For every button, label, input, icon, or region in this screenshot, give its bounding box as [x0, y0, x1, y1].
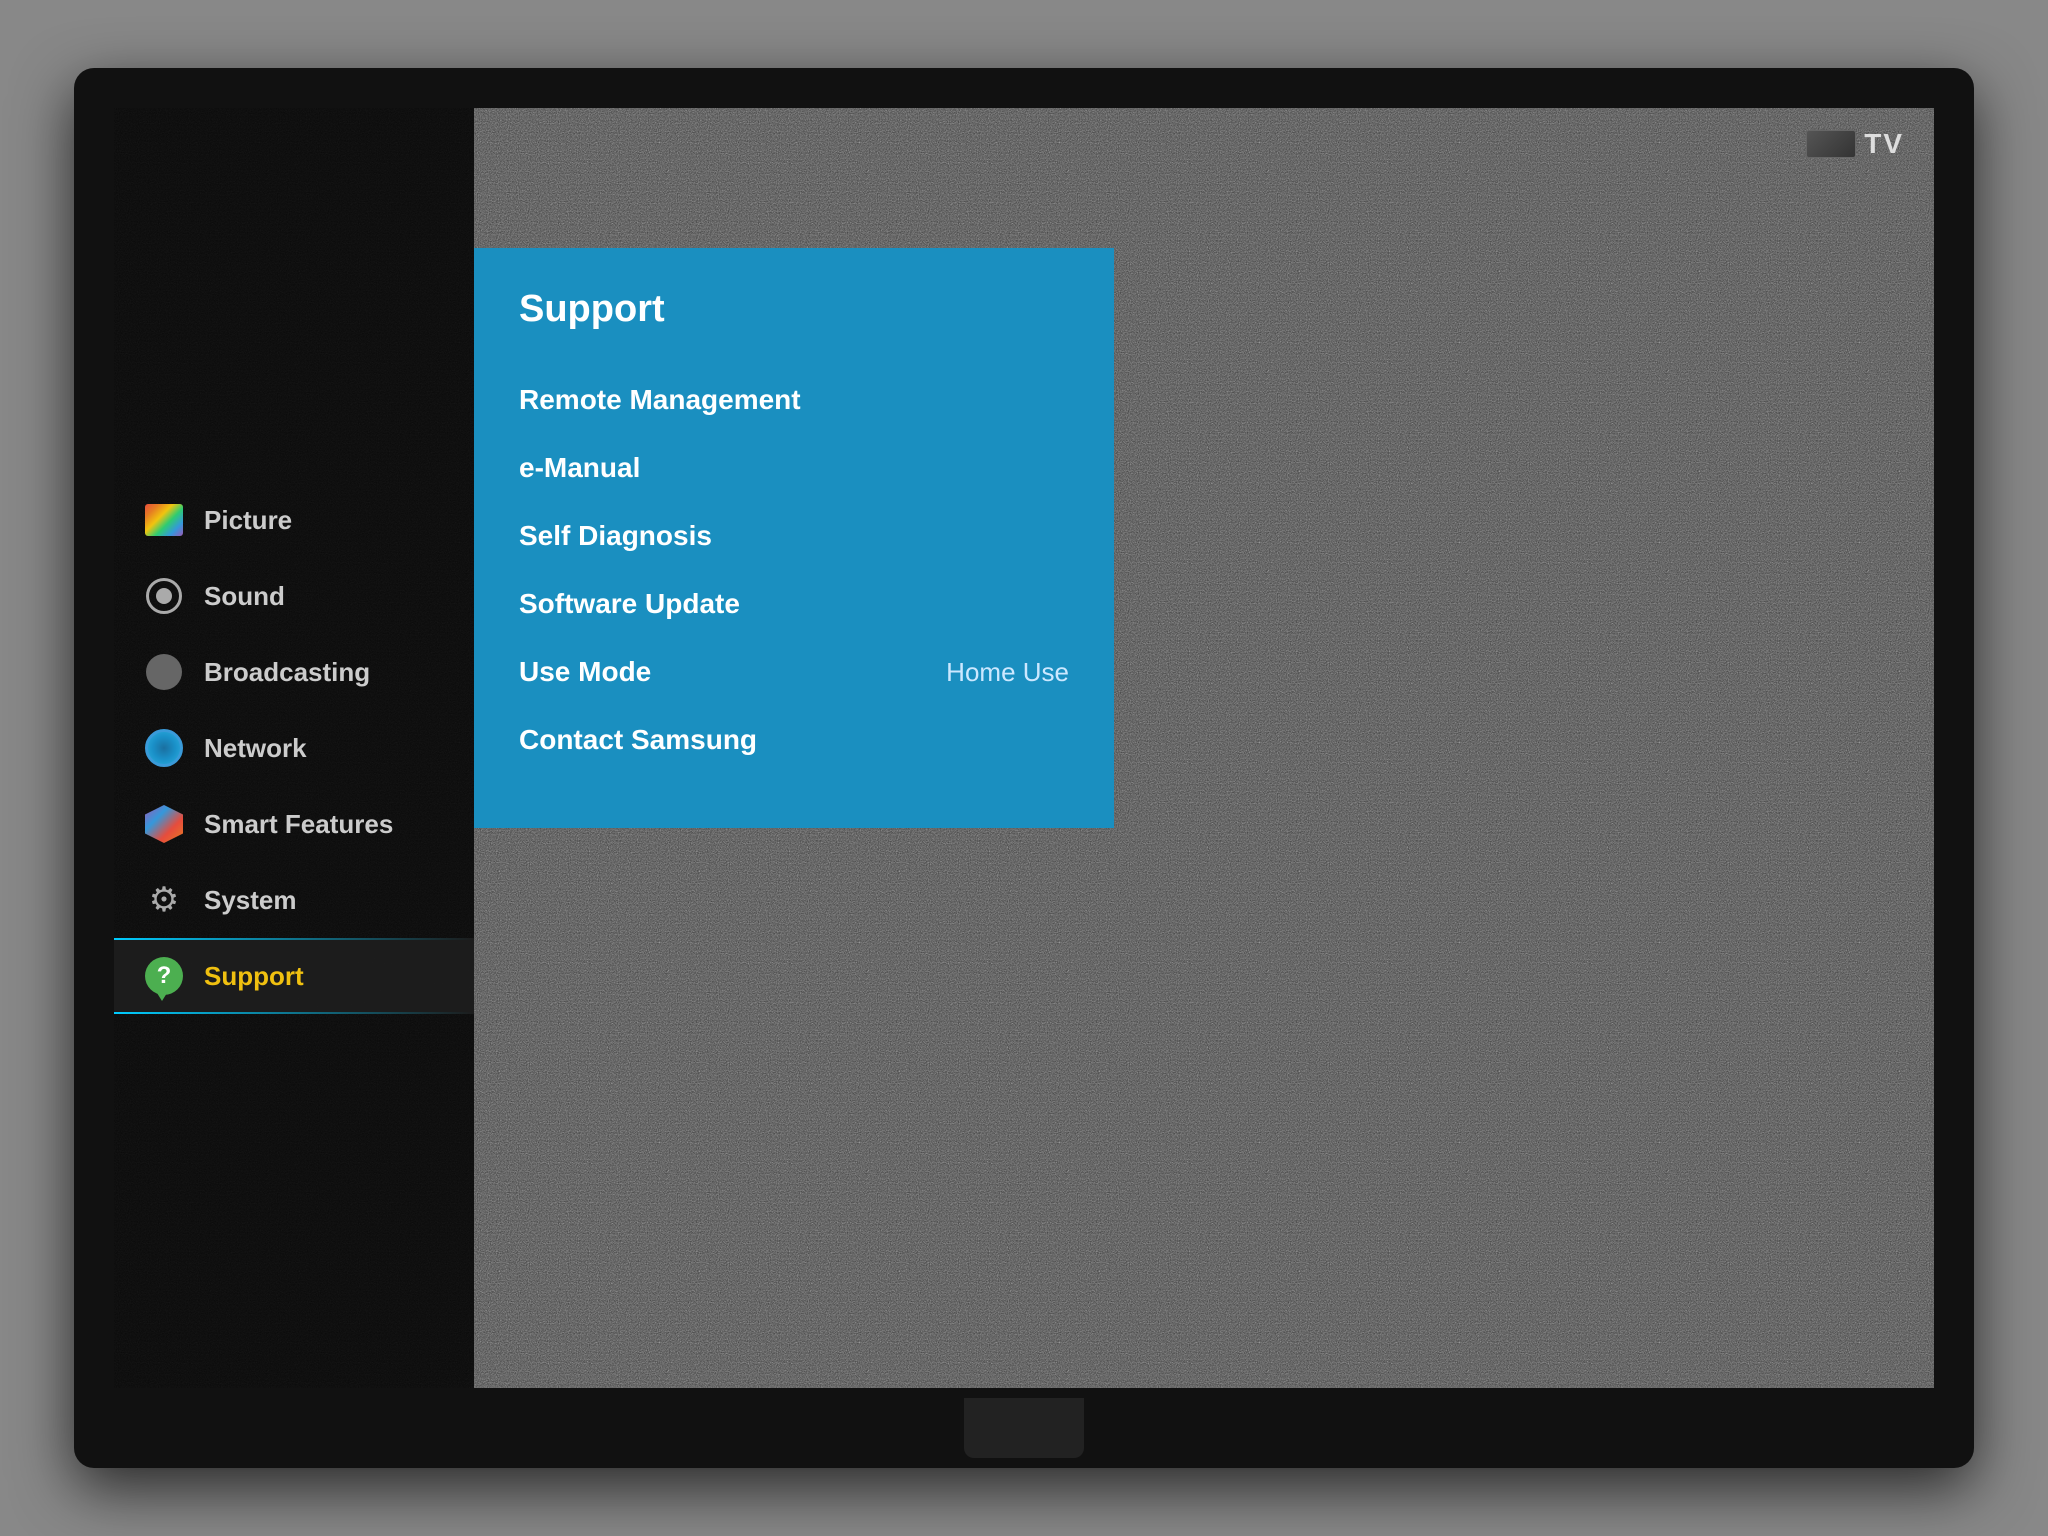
sidebar-item-support[interactable]: ? Support [114, 938, 474, 1014]
sidebar-item-broadcasting[interactable]: Broadcasting [114, 634, 474, 710]
sidebar: Picture Sound Broadcasting [114, 108, 474, 1388]
use-mode-value: Home Use [946, 657, 1069, 688]
smart-features-label: Smart Features [204, 809, 393, 840]
software-update-label: Software Update [519, 588, 740, 620]
support-software-update[interactable]: Software Update [519, 570, 1069, 638]
system-label: System [204, 885, 297, 916]
support-panel-title: Support [519, 288, 1069, 331]
sidebar-item-picture[interactable]: Picture [114, 482, 474, 558]
support-use-mode[interactable]: Use Mode Home Use [519, 638, 1069, 706]
support-self-diagnosis[interactable]: Self Diagnosis [519, 502, 1069, 570]
sidebar-item-smart-features[interactable]: Smart Features [114, 786, 474, 862]
network-label: Network [204, 733, 307, 764]
tv-brand-label: TV [1864, 128, 1904, 160]
tv-screen: TV Picture Sound [114, 108, 1934, 1388]
support-contact-samsung[interactable]: Contact Samsung [519, 706, 1069, 774]
support-panel: Support Remote Management e-Manual Self … [474, 248, 1114, 828]
tv-logo-box [1806, 130, 1856, 158]
network-icon [144, 728, 184, 768]
sidebar-item-system[interactable]: ⚙ System [114, 862, 474, 938]
use-mode-label: Use Mode [519, 656, 651, 688]
sound-label: Sound [204, 581, 285, 612]
support-label: Support [204, 961, 304, 992]
support-e-manual[interactable]: e-Manual [519, 434, 1069, 502]
sidebar-item-sound[interactable]: Sound [114, 558, 474, 634]
broadcasting-icon [144, 652, 184, 692]
broadcasting-label: Broadcasting [204, 657, 370, 688]
tv-stand [964, 1398, 1084, 1458]
tv-frame: TV Picture Sound [74, 68, 1974, 1468]
picture-icon [144, 500, 184, 540]
support-icon: ? [144, 956, 184, 996]
tv-label: TV [1806, 128, 1904, 160]
sound-icon [144, 576, 184, 616]
remote-management-label: Remote Management [519, 384, 801, 416]
picture-label: Picture [204, 505, 292, 536]
system-icon: ⚙ [144, 880, 184, 920]
sidebar-item-network[interactable]: Network [114, 710, 474, 786]
self-diagnosis-label: Self Diagnosis [519, 520, 712, 552]
support-remote-management[interactable]: Remote Management [519, 366, 1069, 434]
contact-samsung-label: Contact Samsung [519, 724, 757, 756]
smart-features-icon [144, 804, 184, 844]
e-manual-label: e-Manual [519, 452, 640, 484]
